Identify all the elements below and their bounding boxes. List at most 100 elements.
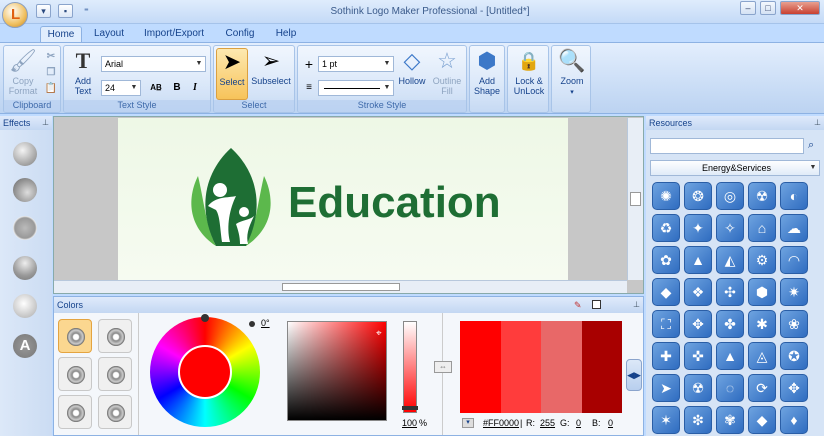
resource-shape-icon[interactable]: ✷ <box>780 278 808 306</box>
opacity-slider[interactable] <box>402 321 418 413</box>
resource-shape-icon[interactable]: ✺ <box>652 182 680 210</box>
resource-shape-icon[interactable]: ◎ <box>716 182 744 210</box>
eyedropper-icon[interactable]: ✎ <box>574 297 582 313</box>
app-menu-button[interactable]: L <box>2 2 28 28</box>
gradient-conical-button[interactable] <box>58 395 92 429</box>
resource-shape-icon[interactable]: ➤ <box>652 374 680 402</box>
maximize-button[interactable]: □ <box>760 1 776 15</box>
swatch-0[interactable] <box>460 321 501 413</box>
bold-icon[interactable]: B <box>170 81 184 95</box>
gradient-linear-button[interactable] <box>98 319 132 353</box>
g-value[interactable]: 0 <box>576 418 581 428</box>
resource-shape-icon[interactable]: ✜ <box>684 342 712 370</box>
subselect-button[interactable]: ➢ Subselect <box>250 48 292 86</box>
add-shape-button[interactable]: ⬢ Add Shape <box>471 48 503 96</box>
resource-shape-icon[interactable]: ❖ <box>684 278 712 306</box>
resource-shape-icon[interactable]: ◬ <box>748 342 776 370</box>
lock-unlock-button[interactable]: 🔒 Lock & UnLock <box>510 48 548 96</box>
zoom-button[interactable]: 🔍 Zoom ▾ <box>554 48 590 98</box>
resource-shape-icon[interactable]: ☢ <box>748 182 776 210</box>
tab-import-export[interactable]: Import/Export <box>140 26 208 42</box>
qat-customize-icon[interactable]: ⁼ <box>84 6 89 17</box>
effect-bevel-1[interactable] <box>13 142 37 166</box>
hue-handle[interactable] <box>201 314 209 322</box>
font-size-select[interactable]: 24 ▼ <box>101 80 141 96</box>
collapse-panel-button[interactable]: ◀▶ <box>626 359 642 391</box>
select-button[interactable]: ➤ Select <box>216 48 248 100</box>
tab-config[interactable]: Config <box>218 26 262 42</box>
swatch-2[interactable] <box>541 321 582 413</box>
resource-shape-icon[interactable]: ✿ <box>652 246 680 274</box>
resource-shape-icon[interactable]: ◭ <box>716 246 744 274</box>
hollow-button[interactable]: ◇ Hollow <box>396 48 428 86</box>
color-wheel[interactable] <box>150 314 260 427</box>
effect-bevel-4[interactable] <box>13 256 37 280</box>
resource-shape-icon[interactable]: ⛶ <box>652 310 680 338</box>
resource-shape-icon[interactable]: ✦ <box>684 214 712 242</box>
close-button[interactable]: ✕ <box>780 1 820 15</box>
stroke-width-select[interactable]: 1 pt ▼ <box>318 56 394 72</box>
pin-icon[interactable]: ⊥ <box>633 297 640 313</box>
resource-shape-icon[interactable]: ✧ <box>716 214 744 242</box>
plus-icon[interactable]: + <box>302 57 316 71</box>
italic-icon[interactable]: I <box>188 81 202 95</box>
scroll-thumb[interactable] <box>630 192 641 206</box>
add-text-button[interactable]: T Add Text <box>68 48 98 96</box>
paste-icon[interactable]: 📋 <box>44 82 58 96</box>
opacity-handle[interactable] <box>402 406 418 410</box>
pin-icon[interactable]: ⊥ <box>814 116 821 130</box>
resource-shape-icon[interactable]: ❇ <box>684 406 712 434</box>
leaf-people-logo-icon[interactable] <box>186 146 276 250</box>
scroll-thumb-horizontal[interactable] <box>282 283 400 291</box>
copy-format-button[interactable]: 🖌 Copy Format <box>7 48 39 96</box>
resource-shape-icon[interactable]: ❀ <box>780 310 808 338</box>
resource-shape-icon[interactable]: ✶ <box>652 406 680 434</box>
resource-shape-icon[interactable]: ◆ <box>652 278 680 306</box>
tab-layout[interactable]: Layout <box>88 26 130 42</box>
hex-value[interactable]: #FF0000 <box>483 418 519 428</box>
resource-shape-icon[interactable]: ✣ <box>716 278 744 306</box>
save-icon[interactable]: ▪ <box>58 4 73 18</box>
horizontal-scrollbar[interactable] <box>54 280 627 293</box>
resource-shape-icon[interactable]: ✥ <box>684 310 712 338</box>
resource-shape-icon[interactable]: ❂ <box>684 182 712 210</box>
logo-text[interactable]: Education <box>288 178 501 228</box>
color-menu-icon[interactable]: ▾ <box>462 418 474 428</box>
resource-shape-icon[interactable]: ✪ <box>780 342 808 370</box>
resource-shape-icon[interactable]: ⟳ <box>748 374 776 402</box>
opacity-value[interactable]: 100 <box>402 418 417 428</box>
line-style-icon[interactable]: ≡ <box>302 81 316 95</box>
resource-shape-icon[interactable]: ✚ <box>652 342 680 370</box>
resource-shape-icon[interactable]: ◆ <box>748 406 776 434</box>
b-value[interactable]: 0 <box>608 418 613 428</box>
resource-shape-icon[interactable]: ⚙ <box>748 246 776 274</box>
swatch-1[interactable] <box>500 321 541 413</box>
quick-access-menu-icon[interactable]: ▾ <box>36 4 51 18</box>
resource-shape-icon[interactable]: ☁ <box>780 214 808 242</box>
swatch-3[interactable] <box>581 321 622 413</box>
effect-bevel-3[interactable] <box>13 216 37 240</box>
gradient-diamond-button[interactable] <box>98 395 132 429</box>
gradient-swatches[interactable] <box>460 321 622 413</box>
resource-shape-icon[interactable]: ⬢ <box>748 278 776 306</box>
angle-value[interactable]: 0° <box>261 318 270 328</box>
resource-shape-icon[interactable]: ◌ <box>716 374 744 402</box>
swap-colors-button[interactable]: ⇔ <box>434 361 452 373</box>
resource-shape-icon[interactable]: ◠ <box>780 246 808 274</box>
resource-shape-icon[interactable]: ☢ <box>684 374 712 402</box>
resource-shape-icon[interactable]: ♻ <box>652 214 680 242</box>
gradient-radial-button[interactable] <box>58 357 92 391</box>
resource-shape-icon[interactable]: ✱ <box>748 310 776 338</box>
resource-shape-icon[interactable]: ⌂ <box>748 214 776 242</box>
tab-home[interactable]: Home <box>40 26 82 42</box>
resource-shape-icon[interactable]: ✾ <box>716 406 744 434</box>
resource-shape-icon[interactable]: ▲ <box>716 342 744 370</box>
picker-crosshair-icon[interactable]: ⌖ <box>376 328 382 339</box>
color-preview-box[interactable] <box>592 300 601 309</box>
stroke-type-select[interactable]: ▼ <box>318 80 394 96</box>
vertical-scrollbar[interactable] <box>627 118 643 280</box>
effect-bevel-2[interactable] <box>13 178 37 202</box>
text-case-icon[interactable]: AB̲ <box>146 81 166 95</box>
pin-icon[interactable]: ⊥ <box>42 116 49 130</box>
r-value[interactable]: 255 <box>540 418 555 428</box>
